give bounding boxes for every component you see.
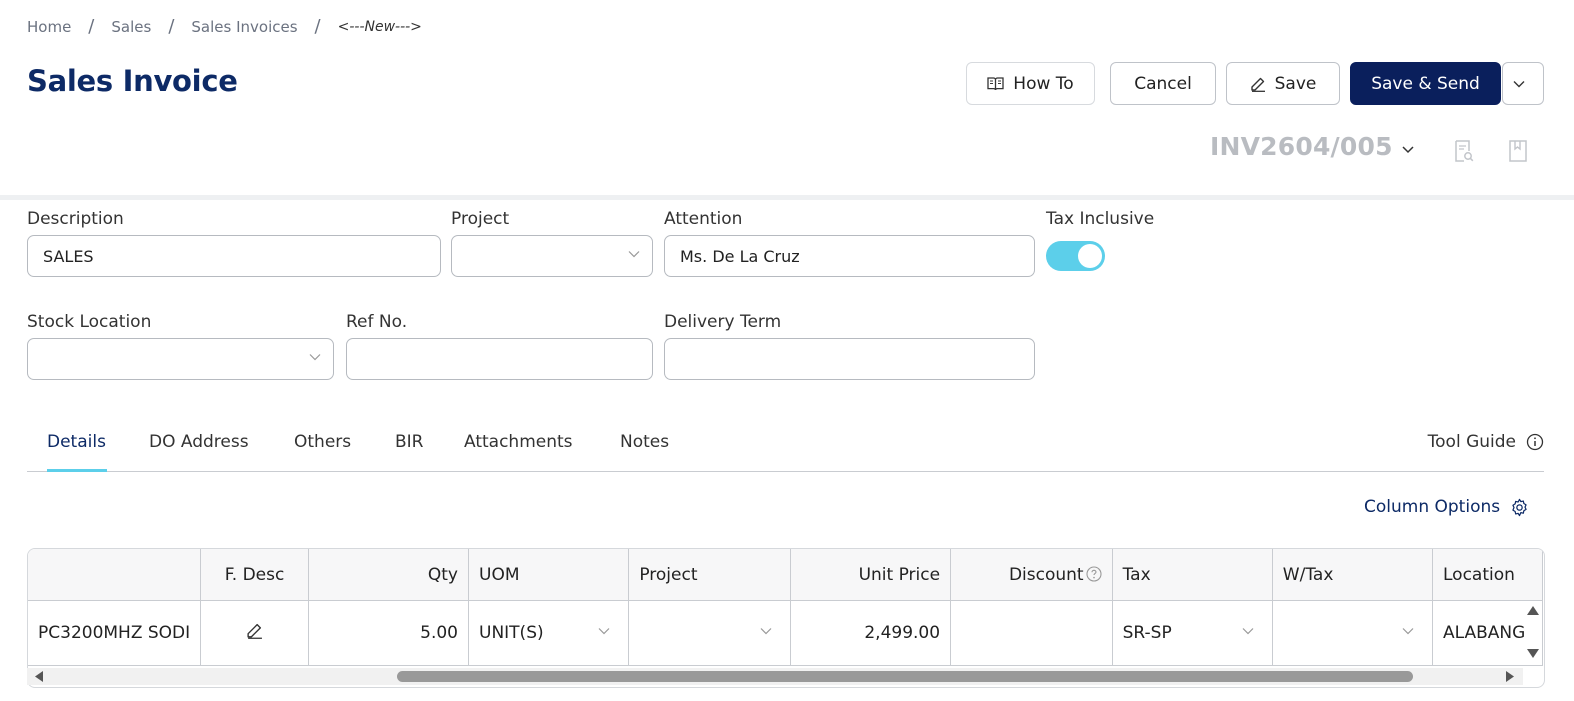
cancel-button[interactable]: Cancel <box>1110 62 1216 105</box>
tab-others[interactable]: Others <box>294 432 351 452</box>
cell-tax[interactable]: SR-SP <box>1111 600 1273 666</box>
gear-icon <box>1512 498 1527 516</box>
how-to-button[interactable]: How To <box>966 62 1095 105</box>
tool-guide-button[interactable]: Tool Guide <box>1428 432 1544 452</box>
document-number[interactable]: INV2604/005 <box>1210 132 1393 161</box>
toggle-knob <box>1078 244 1102 268</box>
tab-do-address[interactable]: DO Address <box>149 432 249 452</box>
cell-qty[interactable]: 5.00 <box>307 600 470 666</box>
more-actions-button[interactable] <box>1502 62 1544 105</box>
book-open-icon <box>987 77 1004 91</box>
column-header-description <box>28 549 202 601</box>
cell-wtax[interactable] <box>1271 600 1434 666</box>
chevron-down-icon <box>1242 628 1254 635</box>
stock-location-label: Stock Location <box>27 312 152 332</box>
column-options-button[interactable]: Column Options <box>1364 497 1529 517</box>
breadcrumb-separator: / <box>168 16 175 37</box>
column-header-discount[interactable]: Discount <box>950 549 1113 601</box>
pencil-icon[interactable] <box>246 622 263 639</box>
stock-location-select[interactable] <box>27 338 334 380</box>
horizontal-scrollbar[interactable] <box>27 668 1523 685</box>
tax-inclusive-label: Tax Inclusive <box>1046 209 1155 229</box>
scroll-up-arrow-icon[interactable] <box>1526 605 1540 616</box>
project-select[interactable] <box>451 235 653 277</box>
info-icon <box>1526 433 1544 451</box>
table-row[interactable]: PC3200MHZ SODI 5.00 UNIT(S) 2,499.00 SR-… <box>28 600 1543 666</box>
save-and-send-button[interactable]: Save & Send <box>1350 62 1501 105</box>
project-label: Project <box>451 209 510 229</box>
ref-no-input[interactable] <box>346 338 653 380</box>
tool-guide-label: Tool Guide <box>1427 432 1516 452</box>
description-label: Description <box>27 209 124 229</box>
line-items-grid: F. Desc Qty UOM Project Unit Price Disco… <box>27 548 1545 688</box>
cell-fdesc[interactable] <box>200 600 309 666</box>
column-options-label: Column Options <box>1364 497 1501 517</box>
column-header-qty[interactable]: Qty <box>307 549 470 601</box>
breadcrumb-separator: / <box>88 16 95 37</box>
uom-value: UNIT(S) <box>479 623 544 643</box>
tax-value: SR-SP <box>1122 623 1172 643</box>
attention-input[interactable]: Ms. De La Cruz <box>664 235 1035 277</box>
column-header-wtax[interactable]: W/Tax <box>1271 549 1434 601</box>
cancel-label: Cancel <box>1134 73 1192 94</box>
scroll-down-arrow-icon[interactable] <box>1526 648 1540 659</box>
breadcrumb-sales-invoices[interactable]: Sales Invoices <box>191 18 297 36</box>
pencil-icon <box>1250 77 1265 92</box>
chevron-down-icon <box>760 628 772 635</box>
tab-attachments[interactable]: Attachments <box>464 432 573 452</box>
chevron-down-icon <box>309 354 321 361</box>
table-header-row: F. Desc Qty UOM Project Unit Price Disco… <box>28 549 1543 601</box>
tab-details[interactable]: Details <box>47 432 106 452</box>
chevron-down-icon[interactable] <box>1401 145 1415 154</box>
scroll-right-arrow-icon[interactable] <box>1505 670 1515 683</box>
document-preview-icon[interactable] <box>1453 139 1475 163</box>
chevron-down-icon <box>598 628 610 635</box>
breadcrumb-sales[interactable]: Sales <box>111 18 151 36</box>
bookmark-icon[interactable] <box>1508 139 1528 163</box>
cell-unit-price[interactable]: 2,499.00 <box>789 600 952 666</box>
help-icon[interactable] <box>1086 565 1102 582</box>
column-header-fdesc[interactable]: F. Desc <box>200 549 309 601</box>
delivery-term-label: Delivery Term <box>664 312 782 332</box>
save-button[interactable]: Save <box>1226 62 1340 105</box>
description-input[interactable]: SALES <box>27 235 441 277</box>
save-and-send-label: Save & Send <box>1371 73 1480 94</box>
breadcrumb-separator: / <box>314 16 321 37</box>
breadcrumb: Home / Sales / Sales Invoices / <---New-… <box>27 16 422 37</box>
column-header-location[interactable]: Location <box>1432 549 1543 601</box>
cell-description[interactable]: PC3200MHZ SODI <box>28 600 202 666</box>
tab-notes[interactable]: Notes <box>620 432 669 452</box>
tax-inclusive-toggle[interactable] <box>1046 241 1105 271</box>
tab-bir[interactable]: BIR <box>395 432 424 452</box>
header-divider <box>0 195 1574 200</box>
active-tab-indicator <box>47 469 107 472</box>
description-value: SALES <box>43 246 94 266</box>
column-header-uom[interactable]: UOM <box>467 549 630 601</box>
chevron-down-icon <box>1402 628 1414 635</box>
save-label: Save <box>1274 73 1317 94</box>
chevron-down-icon <box>1513 80 1524 87</box>
attention-label: Attention <box>664 209 743 229</box>
breadcrumb-current: <---New---> <box>337 18 422 35</box>
page-title: Sales Invoice <box>27 64 238 98</box>
cell-discount[interactable] <box>950 600 1113 666</box>
ref-no-label: Ref No. <box>346 312 408 332</box>
cell-project[interactable] <box>628 600 791 666</box>
breadcrumb-home[interactable]: Home <box>27 18 71 36</box>
delivery-term-input[interactable] <box>664 338 1035 380</box>
how-to-label: How To <box>1013 73 1074 94</box>
scroll-left-arrow-icon[interactable] <box>34 670 44 683</box>
column-header-unit-price[interactable]: Unit Price <box>789 549 952 601</box>
cell-uom[interactable]: UNIT(S) <box>467 600 630 666</box>
scrollbar-thumb[interactable] <box>397 671 1413 682</box>
attention-value: Ms. De La Cruz <box>680 246 800 266</box>
discount-header-label: Discount <box>1008 564 1084 585</box>
line-items-table: F. Desc Qty UOM Project Unit Price Disco… <box>28 549 1543 666</box>
column-header-project[interactable]: Project <box>628 549 791 601</box>
chevron-down-icon <box>628 251 640 258</box>
tab-bar: Details DO Address Others BIR Attachment… <box>27 420 1544 472</box>
column-header-tax[interactable]: Tax <box>1111 549 1273 601</box>
